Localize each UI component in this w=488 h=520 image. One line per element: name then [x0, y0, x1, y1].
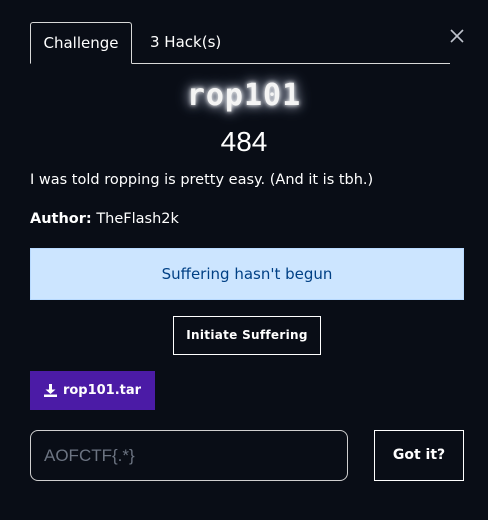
tab-bar: Challenge 3 Hack(s)	[30, 22, 450, 64]
flag-input[interactable]	[30, 430, 348, 481]
status-alert: Suffering hasn't begun	[30, 248, 464, 300]
challenge-points: 484	[220, 126, 268, 157]
download-icon	[43, 384, 57, 397]
initiate-suffering-button[interactable]: Initiate Suffering	[173, 316, 321, 355]
author-label: Author:	[30, 211, 92, 227]
challenge-description: I was told ropping is pretty easy. (And …	[30, 172, 374, 188]
tab-challenge[interactable]: Challenge	[30, 22, 132, 64]
download-label: rop101.tar	[62, 383, 142, 398]
challenge-modal: Challenge 3 Hack(s) rop101 484 I was tol…	[0, 0, 488, 520]
download-file-button[interactable]: rop101.tar	[30, 371, 155, 410]
submit-flag-button[interactable]: Got it?	[374, 430, 464, 481]
challenge-title: rop101	[186, 78, 302, 113]
close-icon[interactable]	[449, 28, 465, 44]
challenge-author: Author: TheFlash2k	[30, 211, 179, 227]
tab-hacks[interactable]: 3 Hack(s)	[150, 22, 221, 63]
author-name: TheFlash2k	[96, 211, 179, 227]
